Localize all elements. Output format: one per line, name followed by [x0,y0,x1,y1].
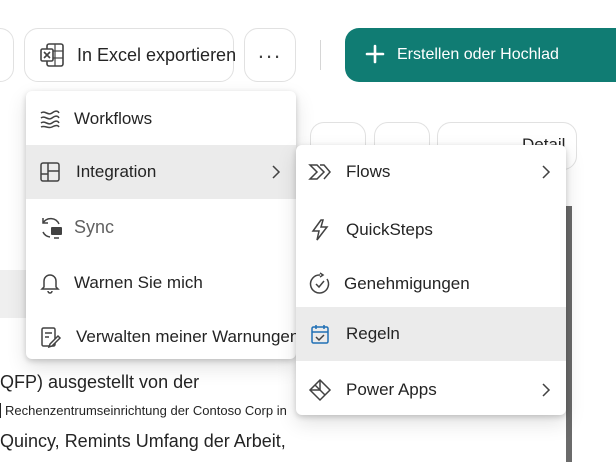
chevron-right-icon [540,165,552,179]
export-excel-label: In Excel exportieren [77,44,237,65]
menu-item-label: Sync [74,216,115,237]
submenu-item-label: QuickSteps [346,220,433,239]
document-line: ... [0,454,15,462]
menu-item-manage-alerts[interactable]: Verwalten meiner Warnungen [26,310,300,364]
background-panel [566,206,616,462]
flows-icon [308,160,332,184]
export-excel-button[interactable]: In Excel exportieren [24,28,237,82]
approvals-icon [308,272,332,296]
menu-item-sync[interactable]: Sync [26,200,296,254]
workflows-icon [38,107,62,131]
submenu-item-label: Power Apps [346,380,437,399]
submenu-item-approvals[interactable]: Genehmigungen [296,257,566,311]
menu-item-label: Workflows [74,109,153,128]
create-upload-button[interactable]: Erstellen oder Hochlad [345,28,616,82]
toolbar-partial-button[interactable] [0,28,14,82]
toolbar-divider [320,40,321,70]
rules-icon [308,322,332,346]
submenu-item-rules[interactable]: Regeln [296,307,566,361]
plus-icon [365,44,385,64]
chevron-right-icon [270,165,282,179]
more-options-menu: Workflows Integration Sync Warnen Sie mi… [26,91,299,359]
submenu-item-label: Flows [346,162,391,181]
integration-submenu: Flows QuickSteps Genehmigungen Regeln Po… [296,145,566,415]
menu-item-label: Warnen Sie mich [74,273,203,292]
chevron-right-icon [540,383,552,397]
excel-icon [39,42,65,68]
more-options-button[interactable]: ... [244,28,296,82]
power-apps-icon [308,378,332,402]
integration-icon [38,160,62,184]
document-line: Quincy, Remints Umfang der Arbeit, [0,431,286,451]
create-upload-label: Erstellen oder Hochlad [397,46,559,63]
submenu-item-label: Regeln [346,324,400,343]
quicksteps-icon [308,218,332,242]
bell-icon [38,271,62,295]
menu-item-integration[interactable]: Integration [26,145,296,199]
more-options-label: ... [257,38,283,63]
document-line: Rechenzentrumseinrichtung der Contoso Co… [0,403,287,418]
menu-item-label: Integration [76,162,157,181]
submenu-item-power-apps[interactable]: Power Apps [296,363,566,417]
menu-item-label: Verwalten meiner Warnungen [76,327,300,346]
sync-icon [38,215,62,239]
submenu-item-label: Genehmigungen [344,274,470,293]
document-line: QFP) ausgestellt von der [0,372,200,392]
screen: In Excel exportieren ... Erstellen oder … [0,0,616,462]
scrollbar[interactable] [566,206,572,462]
manage-alerts-icon [38,325,62,349]
submenu-item-flows[interactable]: Flows [296,145,566,199]
menu-item-alert-me[interactable]: Warnen Sie mich [26,256,296,310]
submenu-item-quicksteps[interactable]: QuickSteps [296,203,566,257]
menu-item-workflows[interactable]: Workflows [26,92,296,146]
